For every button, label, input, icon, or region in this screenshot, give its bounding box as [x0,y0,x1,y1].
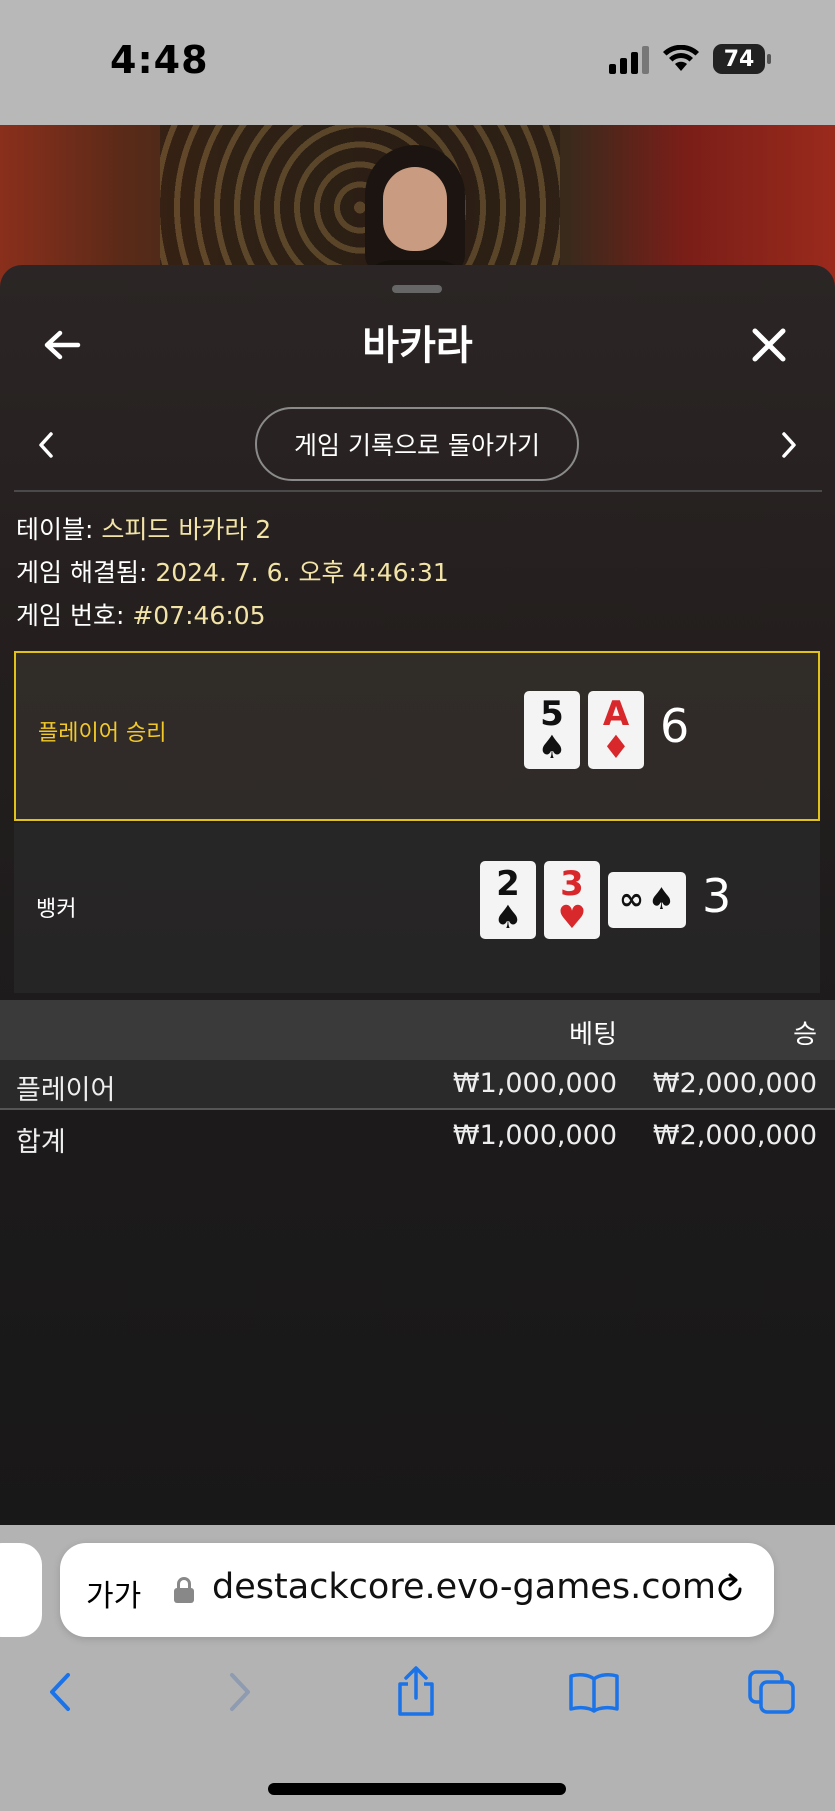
table-label: 테이블: [16,515,102,544]
page-title: 바카라 [362,323,473,369]
table-row: 플레이어 ₩1,000,000 ₩2,000,000 [0,1060,835,1110]
status-time: 4:48 [110,38,209,82]
wifi-icon [663,45,699,71]
bets-table-header: 베팅 승 [0,1000,835,1060]
playing-card: 5 ♠ [524,691,580,769]
table-info: 테이블: 스피드 바카라 2 [16,510,271,546]
tabs-button[interactable] [742,1662,802,1722]
card-rank: 5 [540,694,564,734]
tabs-icon [748,1670,795,1714]
previous-game-button[interactable] [26,425,66,465]
chevron-left-icon [50,1673,70,1711]
browser-forward-button[interactable] [210,1662,270,1722]
win-amount: ₩2,000,000 [652,1068,817,1099]
browser-back-button[interactable] [30,1662,90,1722]
banker-hand: 뱅커 2 ♠ 3 ♥ ∞ ♠ 3 [14,823,820,993]
game-navigation: 게임 기록으로 돌아가기 [0,405,835,485]
diamond-icon: ♦ [601,728,631,766]
chevron-right-icon [230,1673,250,1711]
player-cards: 5 ♠ A ♦ [524,691,644,769]
game-detail-panel: 바카라 게임 기록으로 돌아가기 테이블: 스피드 바카라 2 게임 해결됨: … [0,265,835,1525]
playing-card-third: ∞ ♠ [608,872,686,928]
text-size-button[interactable]: 가가 [86,1571,141,1615]
player-score: 6 [660,699,690,753]
banker-cards: 2 ♠ 3 ♥ ∞ ♠ [480,861,686,939]
game-number-value: #07:46:05 [132,601,266,630]
close-icon [752,328,786,362]
table-row-total: 합계 ₩1,000,000 ₩2,000,000 [0,1112,835,1162]
status-bar: 4:48 74 [0,0,835,125]
bet-column-header: 베팅 [569,1020,617,1050]
playing-card: 3 ♥ [544,861,600,939]
banker-score: 3 [702,869,732,923]
status-icons: 74 [609,44,771,74]
table-value: 스피드 바카라 2 [101,515,272,544]
resolved-label: 게임 해결됨: [16,558,156,587]
heart-icon: ♥ [557,898,587,936]
reload-icon[interactable] [712,1571,748,1607]
card-rank: A [602,694,630,734]
card-rank: 3 [560,864,584,904]
win-column-header: 승 [793,1020,817,1050]
share-button[interactable] [386,1662,446,1722]
chevron-left-icon [39,432,53,458]
bookmarks-button[interactable] [564,1662,624,1722]
resolved-info: 게임 해결됨: 2024. 7. 6. 오후 4:46:31 [16,553,449,589]
banker-hand-label: 뱅커 [36,897,77,922]
resolved-value: 2024. 7. 6. 오후 4:46:31 [155,558,449,587]
address-bar[interactable]: 가가 destackcore.evo-games.com [60,1543,774,1637]
player-hand-label: 플레이어 승리 [38,721,167,746]
card-rank: ∞ [619,882,645,917]
bet-amount: ₩1,000,000 [452,1068,617,1099]
spade-icon: ♠ [648,882,675,917]
playing-card: 2 ♠ [480,861,536,939]
panel-header: 바카라 [0,303,835,383]
chevron-right-icon [782,432,796,458]
back-to-history-button[interactable]: 게임 기록으로 돌아가기 [255,407,579,481]
url-text[interactable]: destackcore.evo-games.com [212,1567,716,1607]
playing-card: A ♦ [588,691,644,769]
player-hand: 플레이어 승리 5 ♠ A ♦ 6 [14,651,820,821]
game-number-label: 게임 번호: [16,601,133,630]
bet-name: 플레이어 [16,1075,116,1106]
drag-handle[interactable] [392,285,442,293]
next-game-button[interactable] [769,425,809,465]
total-name: 합계 [16,1127,66,1158]
close-button[interactable] [741,317,797,373]
home-indicator [268,1783,566,1795]
spade-icon: ♠ [537,728,567,766]
game-number-info: 게임 번호: #07:46:05 [16,596,266,632]
battery-icon: 74 [713,44,771,74]
divider [14,490,822,492]
total-bet-amount: ₩1,000,000 [452,1120,617,1151]
cellular-signal-icon [609,44,649,74]
total-win-amount: ₩2,000,000 [652,1120,817,1151]
book-icon [569,1673,619,1713]
browser-toolbar [0,1650,835,1740]
lock-icon [174,1577,194,1603]
share-icon [398,1666,434,1716]
card-rank: 2 [496,864,520,904]
spade-icon: ♠ [493,898,523,936]
previous-tab-preview[interactable] [0,1543,42,1637]
